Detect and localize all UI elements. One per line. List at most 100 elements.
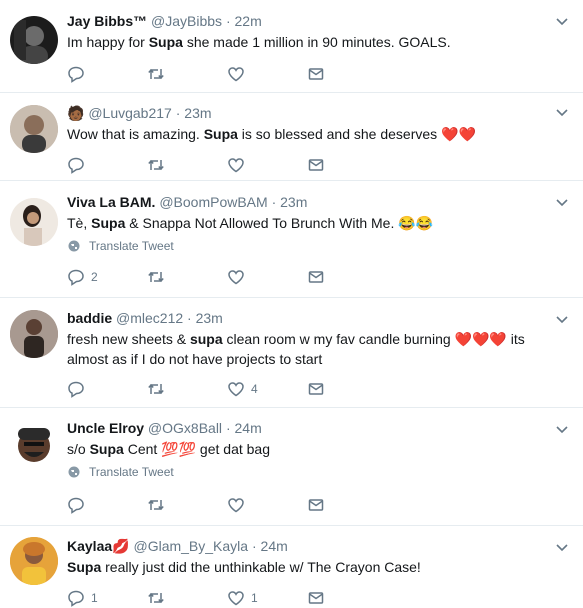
retweet-icon <box>148 499 164 511</box>
message-icon <box>308 271 324 283</box>
display-name[interactable]: Kaylaa <box>67 538 112 554</box>
tweet-text: s/o Supa Cent 💯💯 get dat bag <box>67 439 553 459</box>
tweet-3[interactable]: Viva La BAM. @BoomPowBAM · 23m Tè, Supa … <box>0 181 583 298</box>
display-name[interactable]: Viva La BAM. <box>67 194 155 210</box>
tweet-1[interactable]: Jay Bibbs™ @JayBibbs · 22m Im happy for … <box>0 0 583 93</box>
message-button[interactable] <box>307 156 387 174</box>
retweet-icon <box>148 383 164 395</box>
chevron-down-icon[interactable] <box>555 195 569 209</box>
reply-icon <box>68 157 84 174</box>
message-button[interactable] <box>307 589 387 607</box>
retweet-button[interactable] <box>147 496 227 514</box>
chevron-down-icon[interactable] <box>555 14 569 28</box>
text-part: & Snappa Not Allowed To Brunch With Me. <box>125 215 399 231</box>
tweet-text: Supa really just did the unthinkable w/ … <box>67 557 553 577</box>
avatar[interactable] <box>10 105 58 153</box>
like-button[interactable] <box>227 65 307 83</box>
handle[interactable]: @JayBibbs <box>151 13 222 29</box>
avatar[interactable] <box>10 198 58 246</box>
separator: · <box>271 194 277 210</box>
text-part: fresh new sheets & <box>67 331 190 347</box>
timestamp[interactable]: 23m <box>184 105 211 121</box>
text-part: Im happy for <box>67 34 149 50</box>
handle[interactable]: @OGx8Ball <box>148 420 222 436</box>
translate-tweet-link[interactable]: Translate Tweet <box>67 239 553 253</box>
avatar[interactable] <box>10 537 58 585</box>
retweet-icon <box>148 159 164 171</box>
like-button[interactable]: 1 <box>227 589 307 607</box>
retweet-button[interactable] <box>147 268 227 286</box>
reply-count: 1 <box>91 591 98 605</box>
like-button[interactable] <box>227 156 307 174</box>
message-button[interactable] <box>307 65 387 83</box>
avatar[interactable] <box>10 420 58 468</box>
translate-label: Translate Tweet <box>89 239 174 253</box>
avatar[interactable] <box>10 310 58 358</box>
retweet-button[interactable] <box>147 589 227 607</box>
chevron-down-icon[interactable] <box>555 422 569 436</box>
like-button[interactable] <box>227 496 307 514</box>
text-part: s/o <box>67 441 90 457</box>
tweet-text: Im happy for Supa she made 1 million in … <box>67 32 553 52</box>
message-icon <box>308 159 324 171</box>
text-part: Tè, <box>67 215 92 231</box>
timestamp[interactable]: 24m <box>261 538 288 554</box>
display-name[interactable]: Jay Bibbs™ <box>67 13 147 29</box>
like-icon <box>228 591 244 606</box>
handle[interactable]: @BoomPowBAM <box>159 194 267 210</box>
like-count: 4 <box>251 382 258 396</box>
message-icon <box>308 68 324 80</box>
separator: · <box>225 420 231 436</box>
like-count: 1 <box>251 591 258 605</box>
reply-button[interactable] <box>67 156 147 174</box>
emoji: ❤️❤️❤️ <box>454 331 507 347</box>
timestamp[interactable]: 24m <box>235 420 262 436</box>
reply-icon <box>68 590 84 607</box>
chevron-down-icon[interactable] <box>555 105 569 119</box>
handle[interactable]: @Glam_By_Kayla <box>133 538 248 554</box>
chevron-down-icon[interactable] <box>555 540 569 554</box>
highlight: supa <box>189 331 223 347</box>
tweet-4[interactable]: baddie @mlec212 · 23m fresh new sheets &… <box>0 298 583 408</box>
tweet-5[interactable]: Uncle Elroy @OGx8Ball · 24m s/o Supa Cen… <box>0 408 583 526</box>
handle[interactable]: @mlec212 <box>116 310 183 326</box>
retweet-button[interactable] <box>147 65 227 83</box>
reply-button[interactable] <box>67 65 147 83</box>
retweet-button[interactable] <box>147 156 227 174</box>
text-part: really just did the unthinkable w/ The C… <box>101 559 421 575</box>
emoji: 💯💯 <box>161 441 197 457</box>
like-button[interactable] <box>227 268 307 286</box>
text-part: is so blessed and she deserves <box>237 126 442 142</box>
emoji: ❤️❤️ <box>441 126 476 142</box>
tweet-2[interactable]: 🧑🏾 @Luvgab217 · 23m Wow that is amazing.… <box>0 93 583 181</box>
message-button[interactable] <box>307 268 387 286</box>
message-icon <box>308 383 324 395</box>
avatar[interactable] <box>10 16 58 64</box>
translate-tweet-link[interactable]: Translate Tweet <box>67 465 553 479</box>
tweet-6[interactable]: Kaylaa💋 @Glam_By_Kayla · 24m Supa really… <box>0 526 583 607</box>
reply-button[interactable]: 1 <box>67 589 147 607</box>
emoji: 😂😂 <box>398 215 434 231</box>
retweet-icon <box>148 592 164 604</box>
reply-icon <box>68 497 84 514</box>
reply-button[interactable]: 2 <box>67 268 147 286</box>
like-button[interactable]: 4 <box>227 380 307 398</box>
reply-button[interactable] <box>67 380 147 398</box>
timestamp[interactable]: 23m <box>280 194 307 210</box>
display-name[interactable]: baddie <box>67 310 112 326</box>
like-icon <box>228 158 244 173</box>
tweet-text: Tè, Supa & Snappa Not Allowed To Brunch … <box>67 213 553 233</box>
timestamp[interactable]: 22m <box>235 13 262 29</box>
chevron-down-icon[interactable] <box>555 312 569 326</box>
display-name[interactable]: Uncle Elroy <box>67 420 144 436</box>
handle[interactable]: @Luvgab217 <box>88 105 172 121</box>
globe-icon <box>68 240 80 252</box>
reply-icon <box>68 269 84 286</box>
message-button[interactable] <box>307 380 387 398</box>
separator: · <box>251 538 257 554</box>
message-button[interactable] <box>307 496 387 514</box>
retweet-button[interactable] <box>147 380 227 398</box>
tweet-text: fresh new sheets & supa clean room w my … <box>67 329 553 369</box>
timestamp[interactable]: 23m <box>196 310 223 326</box>
reply-button[interactable] <box>67 496 147 514</box>
